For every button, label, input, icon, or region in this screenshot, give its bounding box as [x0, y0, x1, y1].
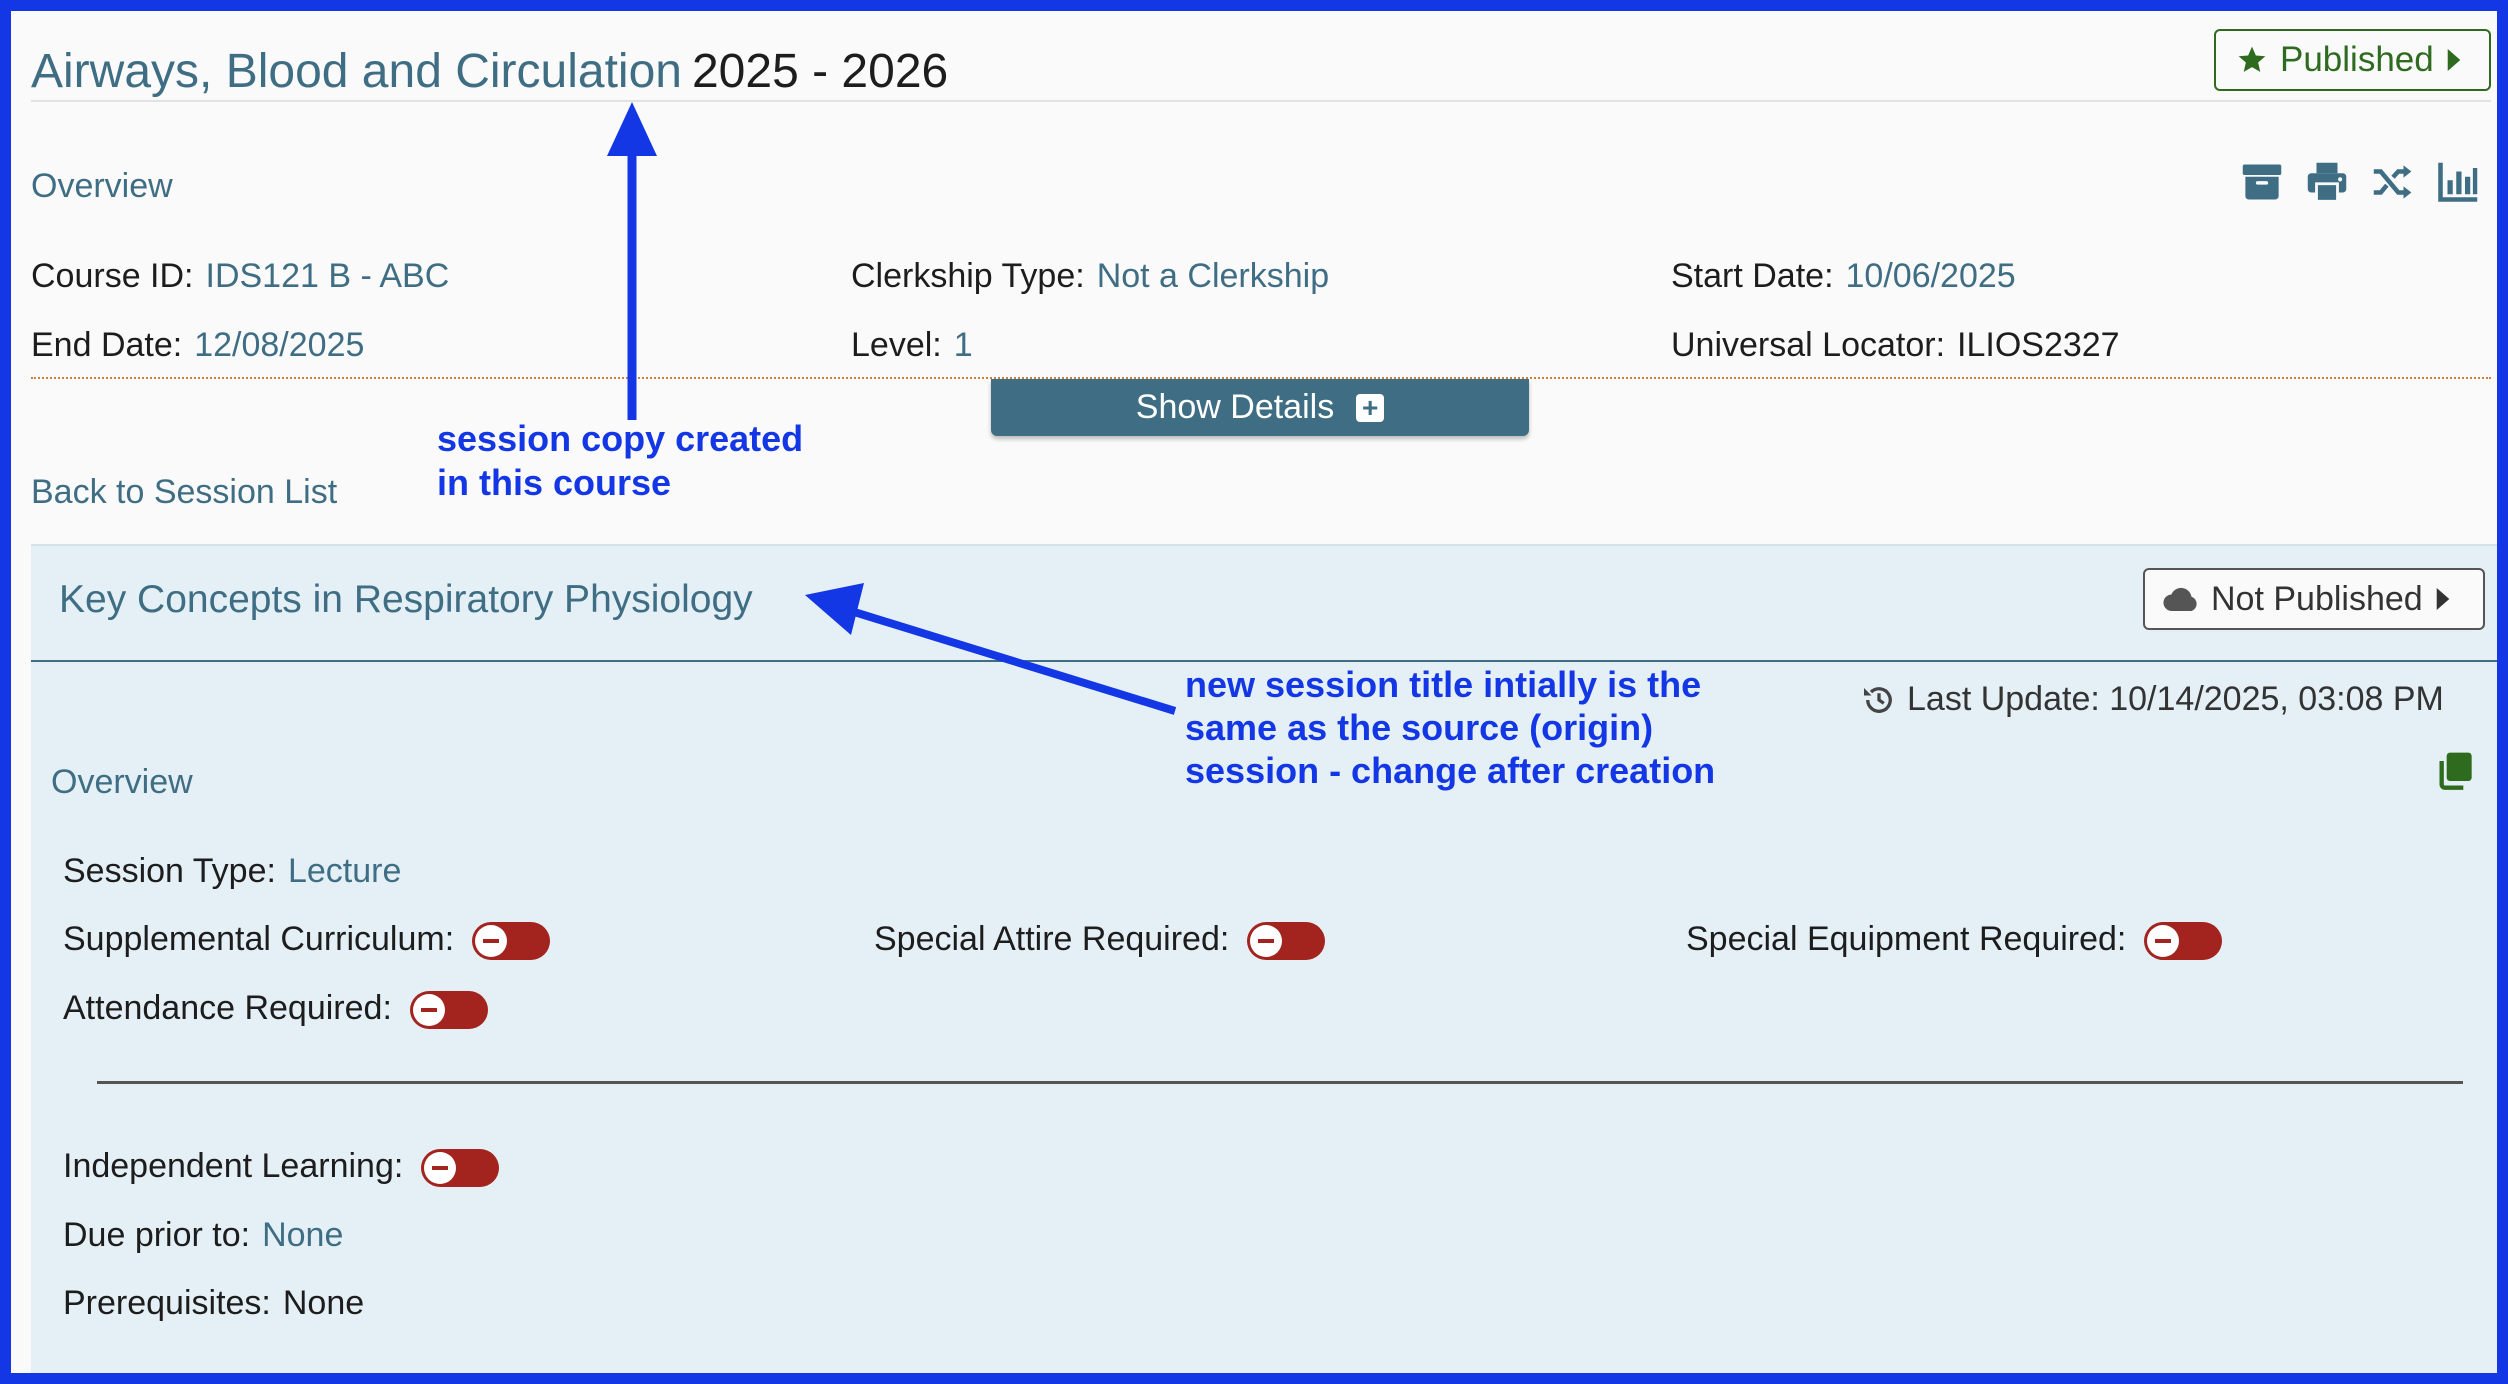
annotation-course-note: session copy created in this course	[437, 417, 803, 505]
annotation-title-note: new session title intially is the same a…	[1185, 663, 1715, 792]
annotation-title-note-line: new session title intially is the	[1185, 664, 1702, 705]
page-frame: Airways, Blood and Circulation 2025 - 202…	[11, 11, 2497, 1373]
annotation-arrow-left	[849, 607, 1177, 715]
annotation-arrowhead-up	[607, 102, 657, 156]
annotation-title-note-line: session - change after creation	[1185, 750, 1716, 791]
annotation-arrowhead-left	[805, 583, 864, 635]
annotation-course-note-line: session copy created	[437, 418, 804, 459]
annotation-title-note-line: same as the source (origin)	[1185, 707, 1654, 748]
annotation-course-note-line: in this course	[437, 462, 672, 503]
